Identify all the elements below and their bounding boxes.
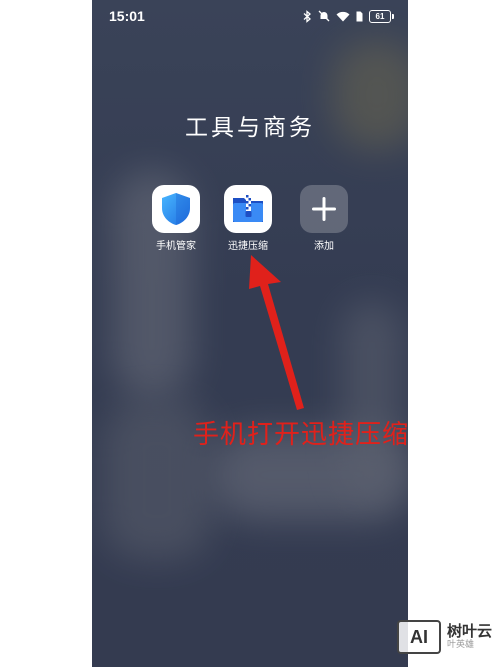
bluetooth-icon bbox=[303, 9, 312, 23]
status-icons: 61 bbox=[303, 9, 394, 23]
watermark-text: 树叶云 叶英雄 bbox=[447, 622, 493, 651]
battery-tip bbox=[392, 13, 394, 19]
folder-title: 工具与商务 bbox=[185, 115, 315, 141]
status-time: 15:01 bbox=[109, 8, 145, 24]
watermark-logo: AI bbox=[397, 620, 441, 654]
app-xunjie-zip[interactable]: 迅捷压缩 bbox=[216, 185, 280, 252]
shield-icon bbox=[152, 185, 200, 233]
battery-level: 61 bbox=[369, 9, 391, 23]
blurred-background bbox=[342, 300, 402, 500]
zip-folder-icon bbox=[224, 185, 272, 233]
wifi-icon bbox=[336, 11, 350, 22]
plus-icon bbox=[300, 185, 348, 233]
watermark-sub: 叶英雄 bbox=[447, 640, 475, 651]
app-phone-manager[interactable]: 手机管家 bbox=[144, 185, 208, 252]
app-label: 手机管家 bbox=[156, 241, 196, 252]
app-label: 迅捷压缩 bbox=[228, 241, 268, 252]
mute-icon bbox=[318, 10, 330, 22]
status-bar: 15:01 61 bbox=[92, 0, 408, 32]
app-label: 添加 bbox=[314, 241, 334, 252]
screenshot-page: 15:01 61 工具与商务 手机管家 迅捷压缩 添加 手机打开迅捷压缩 AI … bbox=[0, 0, 500, 667]
add-app-button[interactable]: 添加 bbox=[292, 185, 356, 252]
watermark-name: 树叶云 bbox=[447, 622, 493, 641]
watermark: AI 树叶云 叶英雄 bbox=[397, 620, 492, 654]
sim-icon bbox=[356, 11, 363, 22]
phone-screen: 15:01 61 工具与商务 手机管家 迅捷压缩 添加 bbox=[92, 0, 408, 667]
battery-indicator: 61 bbox=[369, 9, 394, 23]
annotation-text: 手机打开迅捷压缩 bbox=[193, 420, 410, 450]
